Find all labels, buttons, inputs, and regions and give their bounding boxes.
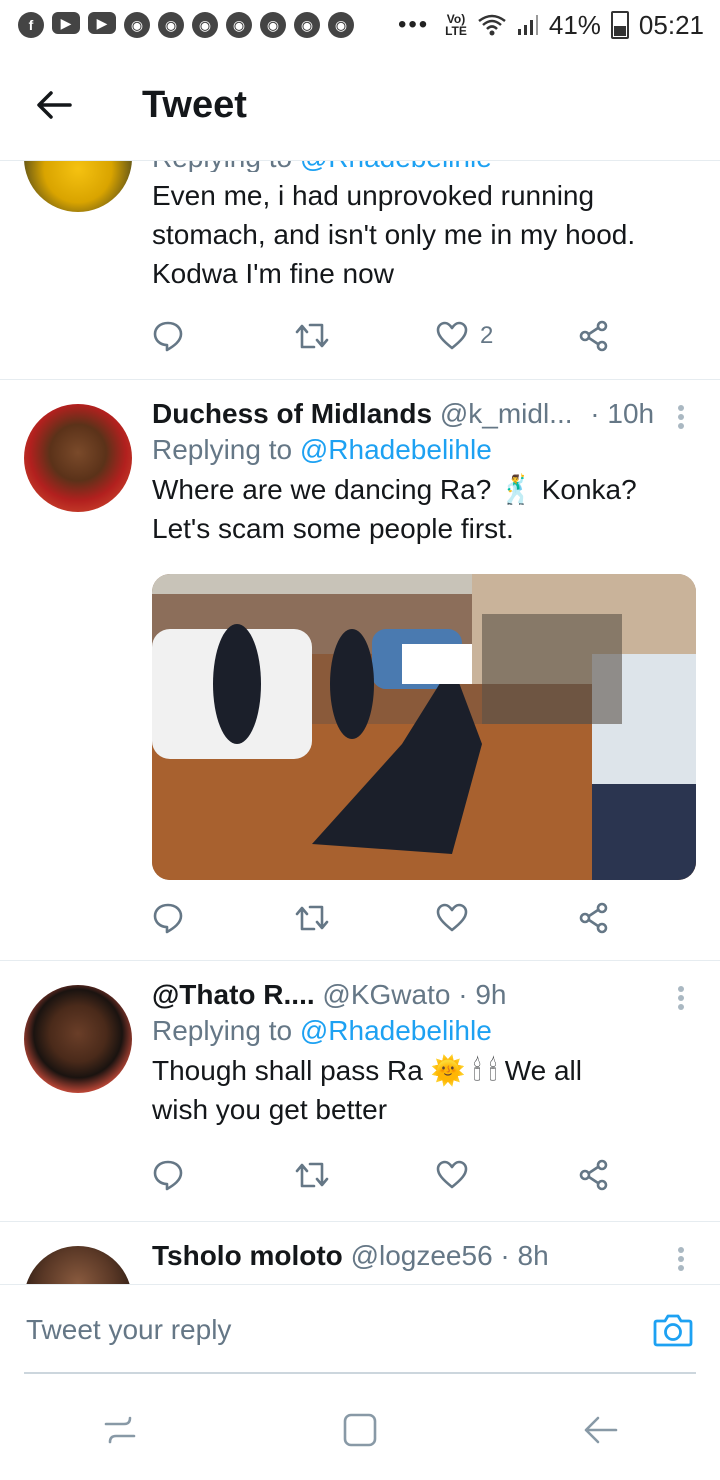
reply-composer — [0, 1284, 720, 1375]
tweet-photo[interactable] — [152, 574, 696, 880]
reply-feed[interactable]: Replying to @Rhadebelihle Even me, i had… — [0, 160, 720, 1284]
tweet-time: · 9h — [458, 979, 507, 1010]
page-title: Tweet — [142, 83, 247, 126]
tweet-text: Even me, i had unprovoked running stomac… — [152, 180, 636, 289]
like-button[interactable] — [436, 1160, 578, 1190]
display-name[interactable]: @Thato R.... — [152, 979, 315, 1010]
heart-icon — [436, 321, 468, 350]
share-icon — [579, 320, 608, 352]
notification-icons: f ▶ ▶ ◉ ◉ ◉ ◉ ◉ ◉ ◉ — [18, 12, 354, 38]
youtube-icon: ▶ — [52, 12, 80, 34]
share-icon — [579, 1159, 608, 1191]
user-handle[interactable]: @KGwato — [322, 979, 450, 1010]
system-nav-bar — [0, 1380, 720, 1480]
like-count: 2 — [480, 322, 494, 349]
tweet-text: Where are we dancing Ra? 🕺 Konka? Let's … — [152, 474, 637, 544]
app-header: Tweet — [0, 50, 720, 161]
replying-to: Replying to @Rhadebelihle — [152, 1015, 492, 1046]
chrome-icon: ◉ — [260, 12, 286, 38]
composer-underline — [24, 1372, 696, 1374]
chrome-icon: ◉ — [192, 12, 218, 38]
camera-icon[interactable] — [652, 1309, 694, 1351]
tweet-text: Though shall pass Ra 🌞 🕯 🕯 We all wish y… — [152, 1055, 582, 1125]
youtube-icon: ▶ — [88, 12, 116, 34]
heart-icon — [436, 1160, 468, 1189]
chrome-icon: ◉ — [328, 12, 354, 38]
retweet-icon — [295, 323, 329, 349]
tweet-header: @Thato R.... @KGwato · 9h — [152, 979, 696, 1011]
back-button[interactable] — [24, 75, 84, 135]
volte-indicator: Vo) LTE — [445, 12, 467, 38]
home-icon — [343, 1413, 377, 1447]
reply-input[interactable] — [24, 1313, 588, 1347]
reply-handle-link[interactable]: @Rhadebelihle — [300, 1015, 492, 1046]
retweet-button[interactable] — [294, 321, 436, 351]
more-options-icon[interactable] — [678, 983, 686, 1013]
reply-icon — [153, 1160, 183, 1191]
tweet-time: · 10h — [590, 398, 655, 429]
user-handle[interactable]: @logzee56 — [351, 1240, 493, 1271]
reply-button[interactable] — [152, 902, 294, 934]
recent-apps-icon — [104, 1416, 136, 1444]
display-name[interactable]: Tsholo moloto — [152, 1240, 343, 1271]
battery-icon — [610, 11, 629, 39]
chrome-icon: ◉ — [124, 12, 150, 38]
chrome-icon: ◉ — [158, 12, 184, 38]
avatar[interactable] — [24, 404, 132, 512]
replying-to: Replying to @Rhadebelihle — [152, 160, 696, 172]
wifi-icon — [478, 14, 506, 36]
photo-content — [152, 574, 696, 880]
signal-icon — [517, 15, 538, 35]
recent-apps-button[interactable] — [90, 1400, 150, 1460]
chrome-icon: ◉ — [226, 12, 252, 38]
share-button[interactable] — [578, 320, 610, 352]
tweet[interactable]: Tsholo moloto @logzee56 · 8h — [0, 1222, 720, 1284]
user-handle[interactable]: @k_midl... — [440, 398, 573, 429]
retweet-button[interactable] — [294, 1160, 436, 1190]
reply-icon — [153, 903, 183, 934]
retweet-button[interactable] — [294, 903, 436, 933]
retweet-icon — [295, 905, 329, 931]
tweet-time: · 8h — [500, 1240, 549, 1271]
replying-to: Replying to @Rhadebelihle — [152, 434, 492, 465]
reply-icon — [153, 321, 183, 352]
tweet[interactable]: Duchess of Midlands @k_midl... · 10h Rep… — [0, 380, 720, 961]
status-bar: f ▶ ▶ ◉ ◉ ◉ ◉ ◉ ◉ ◉ ••• Vo) LTE 41% 05:2… — [0, 0, 720, 50]
more-options-icon[interactable] — [678, 1244, 686, 1274]
system-back-button[interactable] — [570, 1400, 630, 1460]
retweet-icon — [295, 1162, 329, 1188]
more-notifications-icon: ••• — [398, 11, 430, 38]
more-options-icon[interactable] — [678, 402, 686, 432]
share-icon — [579, 902, 608, 934]
facebook-icon: f — [18, 12, 44, 38]
reply-handle-link[interactable]: @Rhadebelihle — [300, 160, 492, 172]
clock: 05:21 — [638, 9, 704, 40]
back-arrow-icon — [37, 91, 72, 119]
reply-button[interactable] — [152, 320, 294, 352]
avatar[interactable] — [24, 985, 132, 1093]
avatar[interactable] — [24, 160, 132, 212]
chrome-icon: ◉ — [294, 12, 320, 38]
tweet-header: Duchess of Midlands @k_midl... · 10h — [152, 398, 696, 430]
tweet-header: Tsholo moloto @logzee56 · 8h — [152, 1240, 696, 1272]
avatar[interactable] — [24, 1246, 132, 1284]
like-button[interactable] — [436, 903, 578, 933]
share-button[interactable] — [578, 1159, 610, 1191]
battery-percent: 41% — [548, 9, 601, 40]
home-button[interactable] — [330, 1400, 390, 1460]
share-button[interactable] — [578, 902, 610, 934]
heart-icon — [436, 903, 468, 932]
tweet[interactable]: Replying to @Rhadebelihle Even me, i had… — [0, 160, 720, 380]
tweet[interactable]: @Thato R.... @KGwato · 9h Replying to @R… — [0, 961, 720, 1222]
display-name[interactable]: Duchess of Midlands — [152, 398, 432, 429]
reply-button[interactable] — [152, 1159, 294, 1191]
system-back-icon — [584, 1416, 618, 1444]
reply-handle-link[interactable]: @Rhadebelihle — [300, 434, 492, 465]
like-button[interactable]: 2 — [436, 321, 578, 351]
